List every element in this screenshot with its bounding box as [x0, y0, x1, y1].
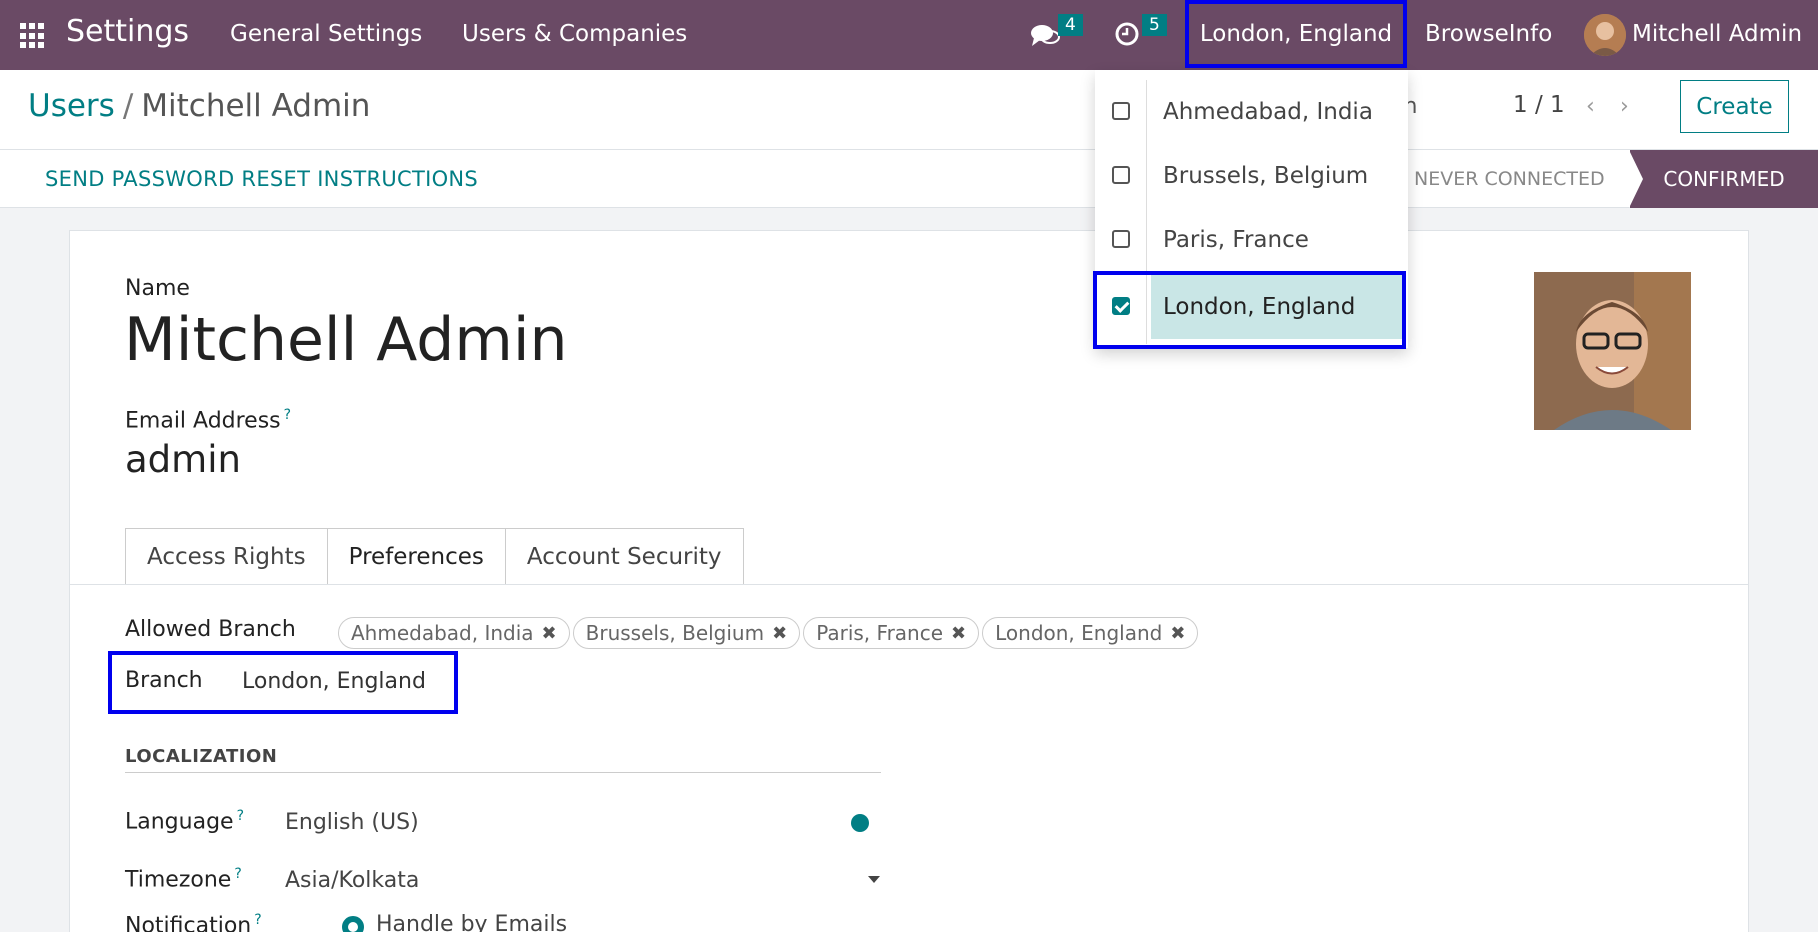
tabs-divider: [70, 584, 1748, 585]
breadcrumb-current: Mitchell Admin: [141, 88, 371, 124]
company-switcher[interactable]: BrowseInfo: [1425, 21, 1552, 47]
pager-value[interactable]: 1 / 1: [1513, 92, 1565, 118]
create-button[interactable]: Create: [1680, 80, 1789, 133]
timezone-select[interactable]: Asia/Kolkata: [285, 868, 419, 893]
timezone-help-icon[interactable]: ?: [234, 866, 241, 882]
form-tabs: Access Rights Preferences Account Securi…: [125, 528, 744, 585]
email-field[interactable]: admin: [125, 438, 241, 481]
dropdown-item-paris[interactable]: Paris, France: [1095, 208, 1408, 272]
branch-tag-label: Ahmedabad, India: [351, 621, 534, 645]
branch-switcher[interactable]: London, England: [1185, 0, 1407, 68]
timezone-label-text: Timezone: [125, 867, 232, 893]
activities-counter: 5: [1142, 14, 1167, 36]
branch-tag-label: Paris, France: [816, 621, 944, 645]
timezone-label: Timezone?: [125, 866, 242, 892]
branch-field[interactable]: London, England: [242, 669, 426, 694]
language-select[interactable]: English (US): [285, 810, 419, 835]
branch-tag: Paris, France ✖: [803, 617, 980, 649]
control-panel: Users/Mitchell Admin on 1 / 1 ‹ › Create: [0, 70, 1818, 150]
breadcrumb-users-link[interactable]: Users: [28, 88, 115, 124]
notification-option-label[interactable]: Handle by Emails: [376, 912, 567, 932]
branch-tag: London, England ✖: [982, 617, 1199, 649]
tab-access-rights[interactable]: Access Rights: [125, 528, 328, 585]
apps-menu-icon[interactable]: [20, 23, 46, 49]
name-label: Name: [125, 276, 190, 301]
checkbox-icon[interactable]: [1112, 230, 1130, 248]
user-menu[interactable]: Mitchell Admin: [1632, 21, 1802, 47]
pager-next-icon[interactable]: ›: [1620, 94, 1629, 119]
allowed-branch-label: Allowed Branch: [125, 617, 296, 642]
breadcrumb: Users / Mitchell Admin: [28, 88, 370, 124]
radio-handle-by-emails[interactable]: [342, 916, 364, 932]
email-label-text: Email Address: [125, 408, 281, 434]
dropdown-highlight-box: [1093, 271, 1406, 349]
name-field[interactable]: Mitchell Admin: [124, 305, 568, 375]
language-help-icon[interactable]: ?: [237, 808, 244, 824]
dropdown-item-label: Paris, France: [1163, 227, 1309, 253]
chevron-down-icon[interactable]: [868, 876, 880, 883]
dropdown-item-ahmedabad[interactable]: Ahmedabad, India: [1095, 80, 1408, 144]
allowed-branch-tags[interactable]: Ahmedabad, India ✖ Brussels, Belgium ✖ Par…: [338, 617, 1201, 649]
checkbox-icon[interactable]: [1112, 102, 1130, 120]
notification-label: Notification?: [125, 912, 262, 932]
branch-tag-label: London, England: [995, 621, 1163, 645]
checkbox-icon[interactable]: [1112, 166, 1130, 184]
language-label: Language?: [125, 808, 244, 834]
form-statusbar: SEND PASSWORD RESET INSTRUCTIONS NEVER C…: [0, 150, 1818, 208]
notification-label-text: Notification: [125, 913, 252, 932]
send-password-reset-button[interactable]: SEND PASSWORD RESET INSTRUCTIONS: [45, 167, 478, 191]
remove-tag-icon[interactable]: ✖: [542, 623, 557, 644]
language-label-text: Language: [125, 809, 234, 835]
branch-tag: Ahmedabad, India ✖: [338, 617, 570, 649]
branch-label: Branch: [125, 668, 203, 693]
branch-switcher-label: London, England: [1199, 21, 1393, 47]
activity-clock-icon[interactable]: [1114, 21, 1140, 47]
stage-never-connected[interactable]: NEVER CONNECTED: [1414, 168, 1605, 190]
app-title[interactable]: Settings: [66, 14, 189, 49]
remove-tag-icon[interactable]: ✖: [951, 623, 966, 644]
branch-tag: Brussels, Belgium ✖: [572, 617, 801, 649]
menu-general-settings[interactable]: General Settings: [230, 21, 422, 47]
pager-previous-icon[interactable]: ‹: [1586, 94, 1595, 119]
branch-tag-label: Brussels, Belgium: [585, 621, 765, 645]
user-avatar[interactable]: [1584, 14, 1626, 56]
section-divider: [125, 772, 881, 773]
messages-icon[interactable]: [1030, 22, 1060, 48]
dropdown-item-brussels[interactable]: Brussels, Belgium: [1095, 144, 1408, 208]
notification-help-icon[interactable]: ?: [254, 912, 261, 928]
dropdown-item-label: Brussels, Belgium: [1163, 163, 1369, 189]
globe-icon[interactable]: [851, 814, 869, 832]
tab-preferences[interactable]: Preferences: [326, 528, 506, 585]
remove-tag-icon[interactable]: ✖: [772, 623, 787, 644]
email-help-icon[interactable]: ?: [284, 407, 291, 423]
email-label: Email Address?: [125, 407, 291, 433]
dropdown-item-label: Ahmedabad, India: [1163, 99, 1373, 125]
tab-account-security[interactable]: Account Security: [504, 528, 744, 585]
messages-counter: 4: [1058, 14, 1083, 36]
localization-section-title: LOCALIZATION: [125, 746, 278, 767]
top-navbar: Settings General Settings Users & Compan…: [0, 0, 1818, 70]
menu-users-companies[interactable]: Users & Companies: [462, 21, 687, 47]
remove-tag-icon[interactable]: ✖: [1170, 623, 1185, 644]
breadcrumb-separator: /: [122, 88, 134, 124]
stage-confirmed[interactable]: CONFIRMED: [1629, 150, 1818, 208]
user-photo[interactable]: [1534, 272, 1691, 430]
